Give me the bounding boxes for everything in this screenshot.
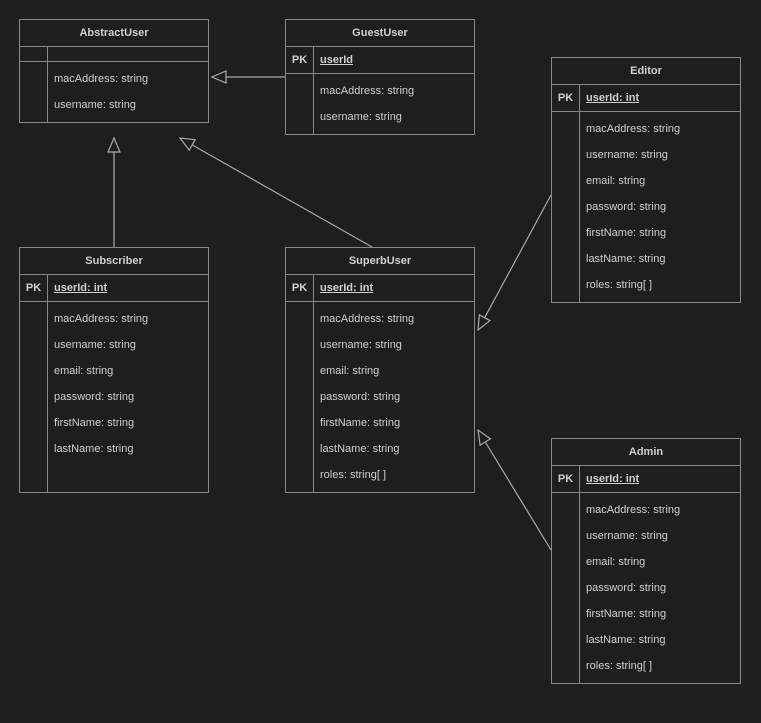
pk-label [20,47,48,61]
attr: macAddress: string [314,78,474,104]
attr: firstName: string [580,220,740,246]
attr: username: string [580,523,740,549]
attr: username: string [314,332,474,358]
entity-guest-user: GuestUser PK userId macAddress: string u… [285,19,475,135]
entity-admin: Admin PK userId: int macAddress: string … [551,438,741,684]
attr: macAddress: string [48,66,208,92]
entity-abstract-user: AbstractUser macAddress: string username… [19,19,209,123]
attr: lastName: string [314,436,474,462]
attr: email: string [48,358,208,384]
entity-title: Admin [552,439,740,466]
entity-editor: Editor PK userId: int macAddress: string… [551,57,741,303]
attr: password: string [580,194,740,220]
attr: lastName: string [580,246,740,272]
entity-title: Subscriber [20,248,208,275]
attr: firstName: string [48,410,208,436]
entity-title: Editor [552,58,740,85]
attr: password: string [48,384,208,410]
pk-label: PK [552,466,580,492]
attr: email: string [580,168,740,194]
attr: lastName: string [48,436,208,462]
attr: firstName: string [314,410,474,436]
pk-label: PK [286,47,314,73]
pk-field: userId [314,47,474,73]
attr: roles: string[ ] [580,653,740,679]
attr: password: string [580,575,740,601]
pk-field: userId: int [314,275,474,301]
entity-title: AbstractUser [20,20,208,47]
entity-superb-user: SuperbUser PK userId: int macAddress: st… [285,247,475,493]
pk-field: userId: int [580,466,740,492]
pk-label: PK [286,275,314,301]
attr: username: string [314,104,474,130]
pk-field [48,47,208,61]
attr: macAddress: string [48,306,208,332]
entity-title: SuperbUser [286,248,474,275]
attr: roles: string[ ] [580,272,740,298]
entity-title: GuestUser [286,20,474,47]
attr: username: string [48,92,208,118]
attr: email: string [580,549,740,575]
attr [48,462,208,488]
attr: macAddress: string [580,116,740,142]
attr: lastName: string [580,627,740,653]
attr: email: string [314,358,474,384]
attr: username: string [580,142,740,168]
attr: macAddress: string [314,306,474,332]
pk-field: userId: int [48,275,208,301]
attr: username: string [48,332,208,358]
attr: macAddress: string [580,497,740,523]
attr: password: string [314,384,474,410]
attr: firstName: string [580,601,740,627]
entity-subscriber: Subscriber PK userId: int macAddress: st… [19,247,209,493]
pk-field: userId: int [580,85,740,111]
pk-label: PK [552,85,580,111]
attr: roles: string[ ] [314,462,474,488]
pk-label: PK [20,275,48,301]
